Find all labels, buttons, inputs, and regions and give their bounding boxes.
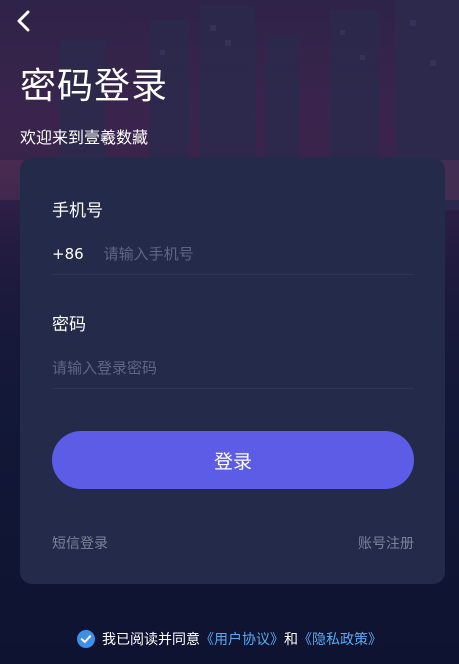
agreement-row: 我已阅读并同意 《用户协议》 和 《隐私政策》 [0,629,459,649]
login-button[interactable]: 登录 [52,431,414,489]
phone-input[interactable] [103,239,414,269]
privacy-policy-link[interactable]: 《隐私政策》 [298,629,382,649]
agreement-prefix-text: 我已阅读并同意 [102,632,200,648]
phone-field-row: +86 [52,234,414,275]
chevron-left-icon [17,10,30,32]
register-link[interactable]: 账号注册 [358,534,414,554]
agreement-conjunction: 和 [284,632,298,648]
password-label: 密码 [52,315,86,335]
page-title: 密码登录 [20,66,169,107]
login-card: 手机号 +86 密码 登录 短信登录 账号注册 [20,158,445,584]
user-agreement-link[interactable]: 《用户协议》 [200,629,284,649]
password-input[interactable] [52,353,414,383]
check-circle-icon[interactable] [77,630,95,648]
page-subtitle: 欢迎来到壹羲数藏 [20,128,149,147]
phone-label: 手机号 [52,201,103,221]
back-button[interactable] [12,8,36,34]
sms-login-link[interactable]: 短信登录 [52,534,108,554]
password-field-row [52,348,414,389]
country-code-prefix: +86 [52,245,84,263]
